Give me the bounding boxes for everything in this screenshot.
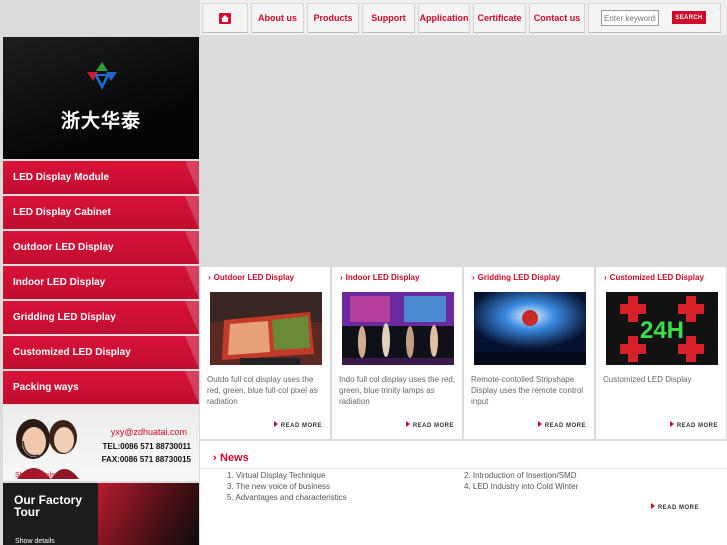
news-header: News	[200, 447, 727, 469]
product-title[interactable]: Customized LED Display	[604, 273, 704, 282]
product-title[interactable]: Outdoor LED Display	[208, 273, 294, 282]
contact-tel: TEL:0086 571 88730011	[102, 442, 191, 451]
product-card-customized: Customized LED Display 24H Customized LE…	[596, 267, 726, 439]
factory-tour-panel[interactable]: Our Factory Tour Show details	[3, 483, 199, 545]
nav-support[interactable]: Support	[362, 3, 415, 33]
product-title[interactable]: Gridding LED Display	[472, 273, 560, 282]
news-item[interactable]: 2. Introduction of Insertion/SMD	[464, 471, 577, 480]
led-24h-text: 24H	[640, 317, 684, 344]
sidebar-item-led-display-cabinet[interactable]: LED Display Cabinet	[3, 196, 199, 229]
news-item[interactable]: 4. LED Industry into Cold Winter	[464, 482, 578, 491]
outdoor-display-photo[interactable]	[210, 292, 322, 365]
product-title[interactable]: Indoor LED Display	[340, 273, 420, 282]
sidebar-item-led-display-module[interactable]: LED Display Module	[3, 161, 199, 194]
factory-photo	[98, 483, 199, 545]
sidebar-item-customized-led-display[interactable]: Customized LED Display	[3, 336, 199, 369]
home-button[interactable]	[202, 3, 248, 33]
nav-about-us[interactable]: About us	[251, 3, 304, 33]
product-card-gridding: Gridding LED Display Remote-contolled St…	[464, 267, 594, 439]
home-icon	[219, 12, 231, 24]
nav-application[interactable]: Application	[418, 3, 470, 33]
read-more-link[interactable]: READ MORE	[406, 421, 454, 429]
news-title: News	[213, 452, 249, 464]
product-description: Outdo full col display uses the red, gre…	[207, 375, 318, 406]
read-more-link[interactable]: READ MORE	[274, 421, 322, 429]
indoor-display-photo[interactable]	[342, 292, 454, 365]
contact-panel: yxy@zdhuatai.com TEL:0086 571 88730011 F…	[3, 405, 199, 481]
product-description: Indo full col display uses the red, gree…	[339, 375, 456, 406]
news-item[interactable]: 5. Advantages and characteristics	[227, 493, 347, 502]
nav-products[interactable]: Products	[307, 3, 359, 33]
factory-show-details-link[interactable]: Show details	[15, 538, 55, 545]
gridding-display-photo[interactable]	[474, 292, 586, 365]
logo-mark-icon	[87, 62, 117, 90]
search-button[interactable]: SEARCH	[672, 11, 706, 24]
factory-title: Our Factory Tour	[14, 493, 83, 519]
search-input[interactable]	[601, 10, 659, 26]
nav-certificate[interactable]: Certificate	[473, 3, 526, 33]
news-read-more-link[interactable]: READ MORE	[651, 503, 699, 511]
product-card-outdoor: Outdoor LED Display Outdo full col displ…	[200, 267, 330, 439]
company-logo[interactable]: 浙大华泰	[3, 37, 199, 159]
customized-display-photo[interactable]: 24H	[606, 292, 718, 365]
product-card-indoor: Indoor LED Display Indo full col display…	[332, 267, 462, 439]
contact-email[interactable]: yxy@zdhuatai.com	[111, 427, 187, 437]
sidebar-item-packing-ways[interactable]: Packing ways	[3, 371, 199, 404]
contact-fax: FAX:0086 571 88730015	[101, 455, 191, 464]
news-item[interactable]: 1. Virtual Display Technique	[227, 471, 325, 480]
logo-text: 浙大华泰	[60, 110, 141, 132]
support-agent-image	[16, 419, 79, 479]
sidebar-item-indoor-led-display[interactable]: Indoor LED Display	[3, 266, 199, 299]
news-panel: News 1. Virtual Display Technique 3. The…	[200, 441, 727, 545]
nav-contact-us[interactable]: Contact us	[529, 3, 585, 33]
read-more-link[interactable]: READ MORE	[538, 421, 586, 429]
contact-show-details-link[interactable]: Show details	[15, 472, 55, 479]
product-description: Customized LED Display	[603, 375, 692, 384]
sidebar-item-outdoor-led-display[interactable]: Outdoor LED Display	[3, 231, 199, 264]
product-description: Remote-contolled Stripshape Display uses…	[471, 375, 584, 406]
news-item[interactable]: 3. The new voice of business	[227, 482, 330, 491]
banner-area	[200, 37, 727, 265]
sidebar-item-gridding-led-display[interactable]: Gridding LED Display	[3, 301, 199, 334]
read-more-link[interactable]: READ MORE	[670, 421, 718, 429]
